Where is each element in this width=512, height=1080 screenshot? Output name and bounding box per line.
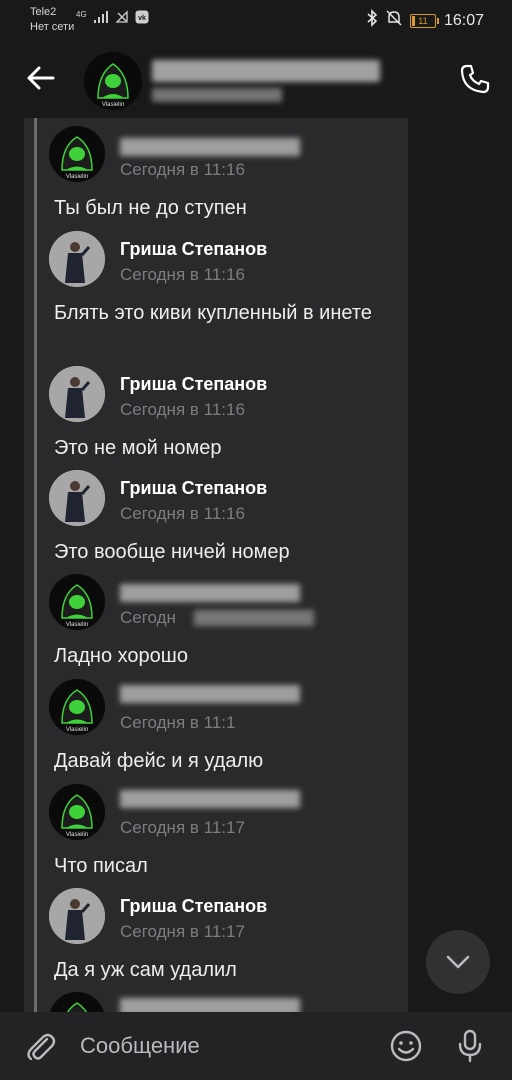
scroll-down-button[interactable] [426,930,490,994]
message-text: Что писал [54,855,148,877]
paperclip-icon [27,1033,56,1061]
author-name-redacted [120,685,300,703]
message-input[interactable] [80,1030,370,1062]
message-time: Сегодня в 11:16 [120,265,245,284]
network-status: Нет сети [30,21,75,33]
message-time: Сегодня в 11:17 [120,818,245,837]
chat-title-redacted [152,60,380,82]
no-signal-icon [115,10,129,29]
arrow-left-icon [27,66,55,90]
attach-button[interactable] [22,1028,58,1064]
message-thread[interactable]: Vlasielin Сегодня в 11:16 Ты был не до с… [24,118,408,1018]
svg-text:Vlasielin: Vlasielin [66,727,88,733]
message-text: Ладно хорошо [54,645,188,667]
message-time: Сегодня в 11:17 [120,922,245,941]
author-avatar[interactable]: Vlasielin [49,679,105,735]
message-text: Блять это киви купленный в инете [54,302,372,324]
message-time: Сегодня в 11:16 [120,160,245,179]
svg-text:Vlasielin: Vlasielin [66,622,88,628]
back-button[interactable] [22,60,58,96]
carrier-info: Tele2 Нет сети [30,5,74,35]
signal-icon [93,10,109,29]
message-text: Это вообще ничей номер [54,541,290,563]
chat-header: Vlasielin [0,38,512,118]
author-name-redacted [120,584,300,602]
microphone-icon [458,1029,482,1063]
message-time: Сегодня в 11:16 [120,504,245,523]
forwarded-thread-line [34,118,37,1018]
message-composer [0,1012,512,1080]
message-text: Да я уж сам удалил [54,959,237,981]
battery-level: 11 [418,15,428,26]
chevron-down-icon [446,955,470,969]
svg-text:vk: vk [138,15,146,22]
message-time: Сегодня в 11:1 [120,713,236,732]
svg-text:Vlasielin: Vlasielin [66,832,88,838]
voice-message-button[interactable] [452,1026,488,1066]
author-name[interactable]: Гриша Степанов [120,374,267,395]
author-avatar[interactable] [49,888,105,944]
vk-icon: vk [135,10,149,29]
mute-icon [386,9,402,32]
message-text: Это не мой номер [54,437,222,459]
author-name-redacted [120,138,300,156]
chat-subtitle-redacted [152,88,282,102]
smile-icon [390,1030,422,1062]
battery-icon: 11 [409,13,439,28]
message-time: Сегодн [120,608,176,627]
emoji-button[interactable] [388,1028,424,1064]
chat-avatar[interactable]: Vlasielin [84,52,142,110]
phone-icon [460,64,490,94]
time-redacted [194,610,314,626]
bluetooth-icon [366,9,378,32]
author-name[interactable]: Гриша Степанов [120,478,267,499]
clock: 16:07 [443,11,484,29]
author-name-redacted [120,790,300,808]
author-avatar[interactable]: Vlasielin [49,784,105,840]
author-avatar[interactable] [49,366,105,422]
author-name[interactable]: Гриша Степанов [120,239,267,260]
message-text: Давай фейс и я удалю [54,750,264,772]
message-text: Ты был не до ступен [54,197,247,219]
chat-screen: Tele2 Нет сети 4G vk 11 16:07 Vlasielin … [0,0,512,1080]
author-avatar[interactable]: Vlasielin [49,574,105,630]
status-bar: Tele2 Нет сети 4G vk 11 16:07 [0,0,512,38]
call-button[interactable] [456,60,494,98]
carrier-name: Tele2 [30,6,57,18]
message-time: Сегодня в 11:16 [120,400,245,419]
svg-text:Vlasielin: Vlasielin [66,174,88,180]
author-avatar[interactable] [49,231,105,287]
author-avatar[interactable]: Vlasielin [49,126,105,182]
svg-text:Vlasielin: Vlasielin [102,102,124,108]
author-avatar[interactable] [49,470,105,526]
author-name[interactable]: Гриша Степанов [120,896,267,917]
network-type-label: 4G [76,10,87,19]
